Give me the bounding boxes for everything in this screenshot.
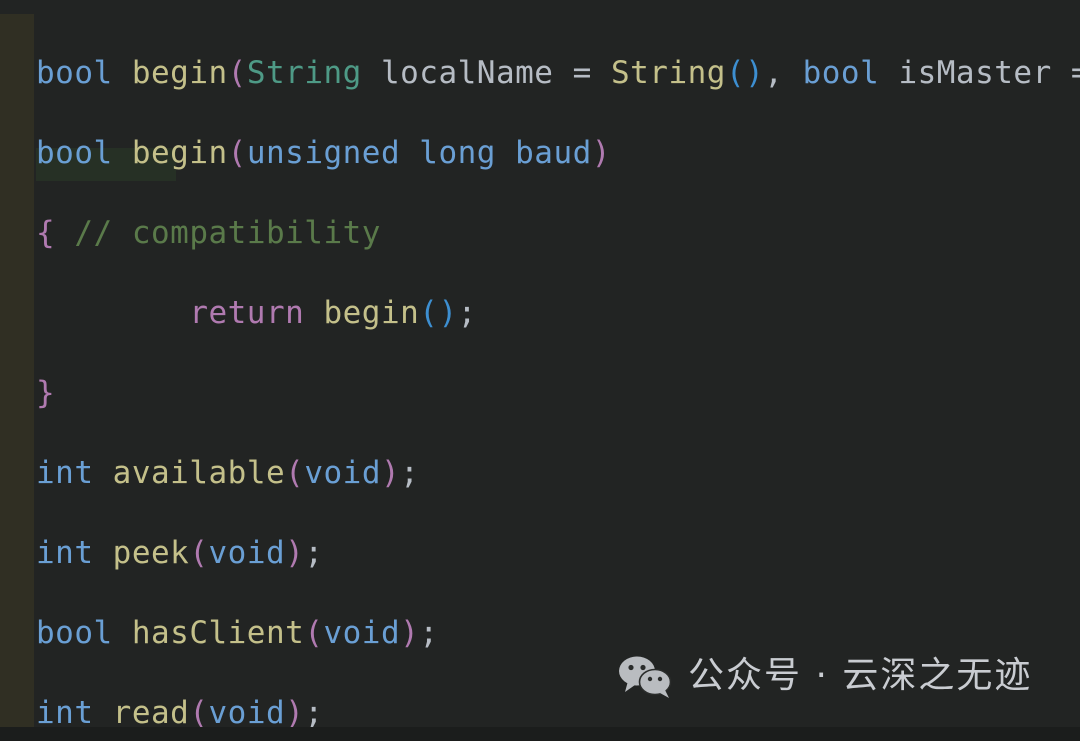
code-token: bool — [802, 55, 880, 91]
bottom-edge-band — [0, 727, 1080, 741]
code-token: ( — [189, 535, 209, 571]
code-token: void — [304, 455, 381, 491]
code-token: int — [36, 695, 94, 731]
code-token: void — [323, 615, 401, 651]
code-token: ) — [285, 695, 305, 731]
code-token: isMaster — [898, 55, 1052, 91]
code-token: int — [36, 455, 94, 491]
code-token: () — [725, 55, 765, 91]
code-token: ; — [304, 695, 324, 731]
code-token: bool — [36, 615, 113, 651]
code-token: int — [36, 535, 94, 571]
code-content[interactable]: bool begin(String localName = String(), … — [36, 14, 1080, 731]
code-token: available — [112, 455, 286, 491]
code-line: { // compatibility — [36, 212, 1080, 254]
code-token: ( — [285, 455, 305, 491]
code-token: ( — [189, 695, 209, 731]
code-token: String — [246, 55, 362, 91]
code-token: void — [208, 535, 286, 571]
code-token: ) — [380, 455, 401, 491]
code-token: = — [1052, 55, 1080, 91]
top-edge-band — [0, 0, 1080, 14]
code-token: ( — [304, 615, 324, 651]
code-line: int peek(void); — [36, 532, 1080, 574]
code-screenshot: bool begin(String localName = String(), … — [0, 0, 1080, 741]
code-token: localName — [380, 55, 554, 91]
code-token: begin — [131, 135, 228, 171]
code-line: } — [36, 372, 1080, 414]
code-token: read — [112, 695, 190, 731]
code-token: ; — [304, 535, 324, 571]
code-token: begin — [131, 55, 228, 91]
code-token: ) — [285, 535, 305, 571]
code-line: int available(void); — [36, 452, 1080, 494]
code-token: ) — [591, 135, 611, 171]
code-token: = — [553, 55, 611, 91]
code-token: void — [208, 695, 286, 731]
code-token: } — [36, 375, 56, 411]
code-token: , — [764, 55, 803, 91]
code-token: bool — [36, 135, 113, 171]
code-token: ( — [227, 135, 247, 171]
code-token: // compatibility — [74, 215, 381, 251]
editor-gutter-strip — [0, 14, 34, 727]
code-token: peek — [112, 535, 190, 571]
code-token: bool — [36, 55, 113, 91]
code-token: ( — [227, 55, 247, 91]
code-token: return — [189, 295, 305, 331]
code-token: ; — [457, 295, 477, 331]
code-token: begin — [323, 295, 420, 331]
code-token: String — [610, 55, 726, 91]
code-token: () — [419, 295, 458, 331]
code-token: hasClient — [131, 615, 305, 651]
code-token: unsigned long — [246, 135, 496, 171]
code-token: baud — [515, 135, 592, 171]
code-line: bool hasClient(void); — [36, 612, 1080, 654]
code-token: { — [36, 215, 56, 251]
code-line: bool begin(String localName = String(), … — [36, 52, 1080, 94]
code-token: ) — [400, 615, 420, 651]
code-line: return begin(); — [36, 292, 1080, 334]
code-token: ; — [419, 615, 439, 651]
code-token: ; — [400, 455, 420, 491]
code-line: bool begin(unsigned long baud) — [36, 132, 1080, 174]
